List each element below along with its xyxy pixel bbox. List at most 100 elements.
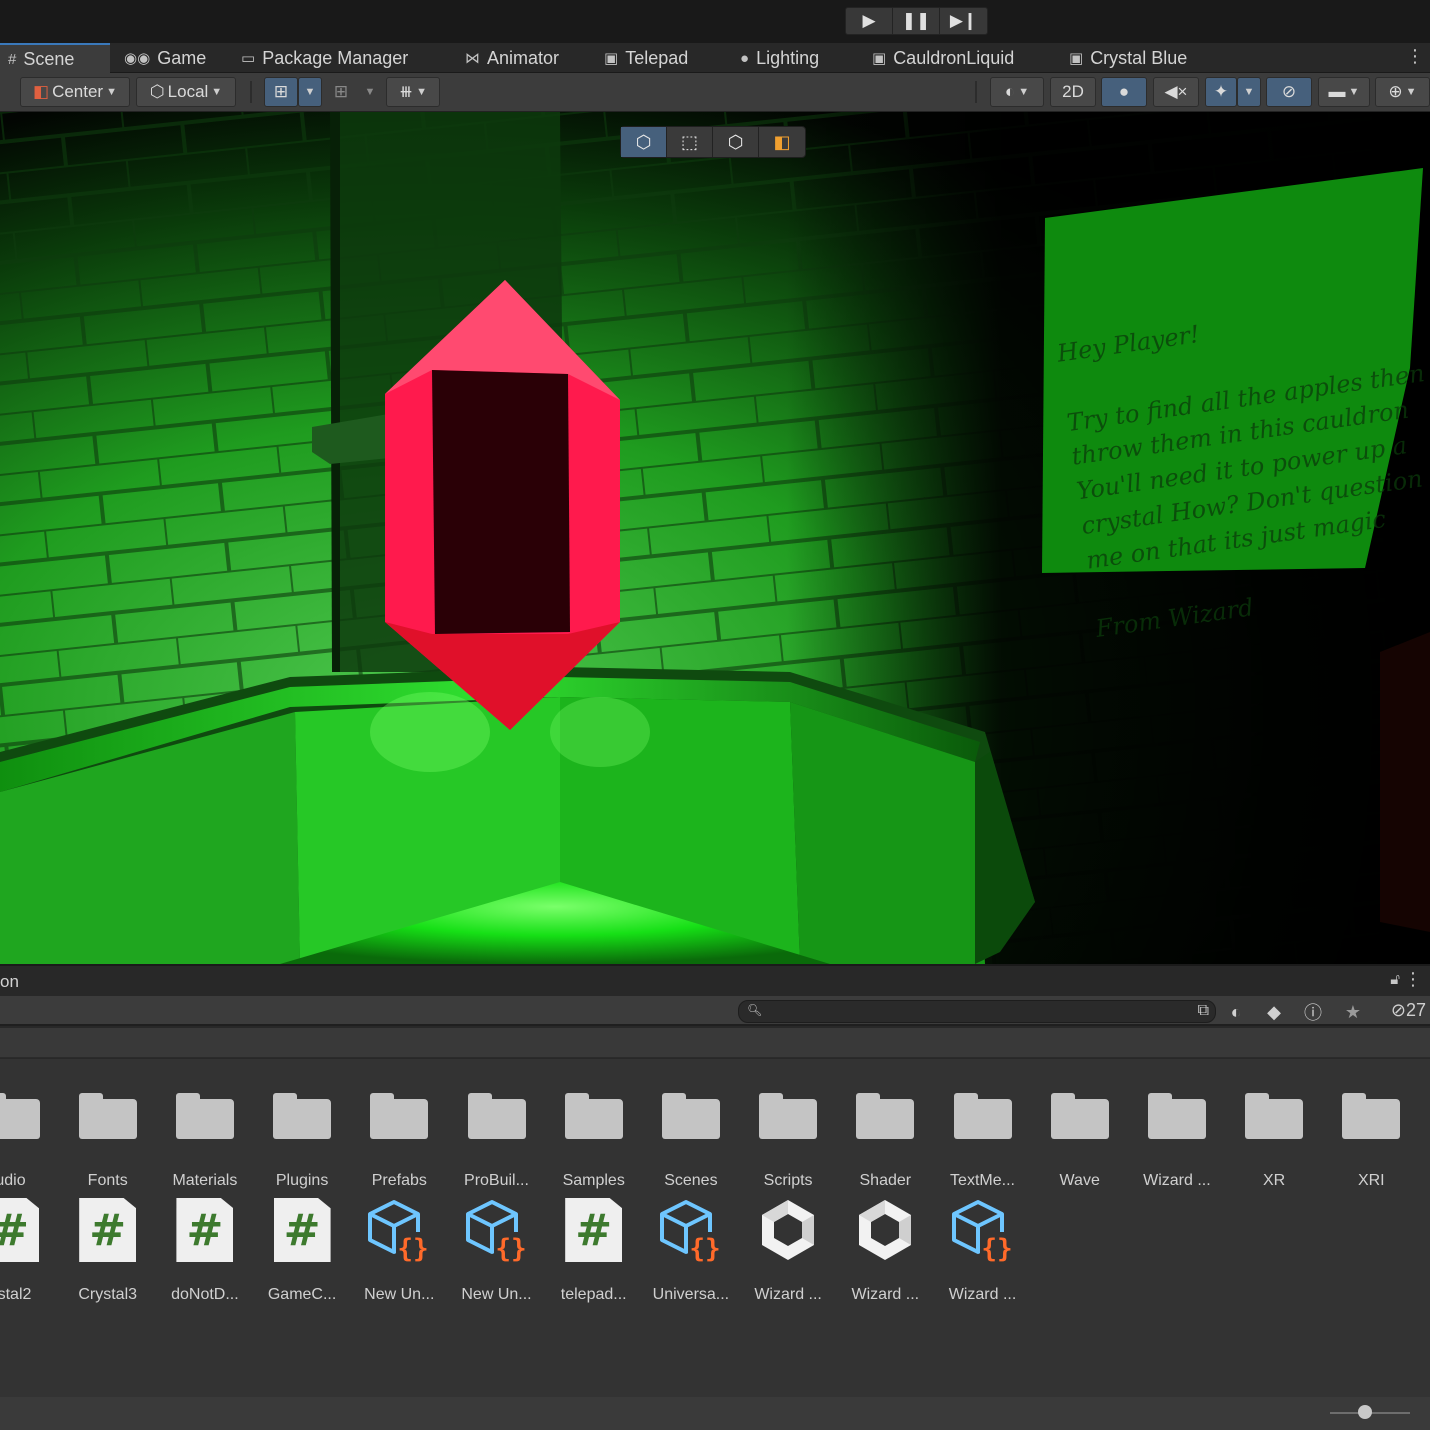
chevron-down-icon: ▼ [364,86,376,98]
folder-icon [642,1084,739,1148]
folder-item[interactable]: Scripts [740,1084,837,1190]
asset-label: Wizard ... [851,1286,920,1303]
tab-package-manager[interactable]: ▭ Package Manager [241,43,408,73]
effects-dropdown[interactable]: ▼ [1237,77,1261,107]
lock-icon[interactable]: 🔓︎ [1390,971,1400,988]
hidden-packages-toggle[interactable]: ⊘27 [1391,1000,1426,1021]
tab-label: Telepad [625,47,689,68]
rect-tool-button[interactable]: ⬚ [667,127,713,157]
prefab-icon: ▣ [1069,50,1084,67]
asset-item[interactable]: {} Wizard ... [934,1198,1031,1304]
space-dropdown[interactable]: ⬡ Local ▼ [136,77,236,107]
folder-item[interactable]: XR [1226,1084,1323,1190]
icon-size-slider-thumb[interactable] [1358,1405,1372,1419]
pipeline-asset-icon: {} [934,1198,1031,1262]
folder-item[interactable]: Fonts [59,1084,156,1190]
lighting-toggle[interactable]: ● [1101,77,1147,107]
hidden-count-label: 27 [1405,1000,1426,1020]
cube-face-icon: ◧ [773,131,791,152]
asset-item[interactable]: Wizard ... [837,1198,934,1304]
breadcrumb [0,1028,1430,1058]
folder-item[interactable]: ProBuil... [448,1084,545,1190]
asset-item[interactable]: # doNotD... [156,1198,253,1304]
asset-item[interactable]: Wizard ... [740,1198,837,1304]
asset-item[interactable]: # GameC... [254,1198,351,1304]
chevron-down-icon: ▼ [1243,86,1255,98]
asset-item[interactable]: # ystal2 [0,1198,59,1304]
scene-visibility-toggle[interactable]: ⊘ [1266,77,1312,107]
tab-telepad[interactable]: ▣ Telepad [604,43,688,73]
tab-animator[interactable]: ⋈ Animator [465,43,559,73]
folder-item[interactable]: TextMe... [934,1084,1031,1190]
folder-item[interactable]: Samples [545,1084,642,1190]
snap-increment-button[interactable]: ⊞ [326,77,356,107]
pipeline-asset-icon: {} [448,1198,545,1262]
transform-tool-button[interactable]: ⬡ [621,127,667,157]
filter-by-log-button[interactable]: ⓘ [1296,999,1330,1025]
folder-icon [0,1084,59,1148]
filter-by-type-button[interactable]: ◐ [1219,999,1253,1025]
folder-item[interactable]: Plugins [254,1084,351,1190]
search-input[interactable] [763,1002,1163,1021]
tab-label: Scene [23,48,75,69]
asset-item[interactable]: # Crystal3 [59,1198,156,1304]
folder-item[interactable]: Wizard ... [1128,1084,1225,1190]
search-scope-icon[interactable]: ⧉ [1198,1002,1209,1020]
kebab-menu-icon[interactable]: ⋮ [1406,46,1424,67]
tab-lighting[interactable]: ● Lighting [740,43,819,73]
chevron-down-icon: ▼ [1348,86,1360,98]
folder-item[interactable]: Scenes [642,1084,739,1190]
asset-item[interactable]: # telepad... [545,1198,642,1304]
tab-scene[interactable]: # Scene [0,43,110,73]
folder-label: TextMe... [950,1172,1015,1189]
camera-dropdown[interactable]: ▬ ▼ [1318,77,1370,107]
play-button[interactable]: ▶ [846,8,893,34]
gizmos-dropdown[interactable]: ⊕ ▼ [1375,77,1430,107]
folder-label: Scenes [664,1172,718,1189]
asset-item[interactable]: {} New Un... [351,1198,448,1304]
eye-slash-icon: ⊘ [1390,1000,1406,1020]
grid-visibility-dropdown[interactable]: ⧻ ▼ [386,77,440,107]
folder-icon [254,1084,351,1148]
draw-mode-dropdown[interactable]: ◐ ▼ [990,77,1044,107]
tab-cauldron-liquid[interactable]: ▣ CauldronLiquid [872,43,1014,73]
tab-crystal-blue[interactable]: ▣ Crystal Blue [1069,43,1187,73]
grid-snap-dropdown[interactable]: ▼ [298,77,322,107]
folder-item[interactable]: udio [0,1084,59,1190]
favorites-button[interactable]: ★ [1336,999,1370,1025]
play-controls: ▶ ❚❚ ▶❙ [845,7,988,35]
search-field[interactable]: 🔍︎ ⧉ [738,1000,1216,1023]
folder-item[interactable]: Materials [156,1084,253,1190]
shapes-icon: ◐ [1230,1001,1242,1022]
project-window-title[interactable]: on [0,972,19,992]
folder-icon [59,1084,156,1148]
folder-item[interactable]: Prefabs [351,1084,448,1190]
camera-icon: ▬ [1328,82,1346,101]
project-window-header: on 🔓︎ ⋮ [0,964,1430,996]
effects-toggle[interactable]: ✦ [1205,77,1237,107]
folder-item[interactable]: Shader [837,1084,934,1190]
grid-snap-button[interactable]: ⊞ [264,77,298,107]
folder-icon [545,1084,642,1148]
cube-outline-icon: ⬡ [635,131,652,152]
probuilder-object-button[interactable]: ⬡ [713,127,759,157]
pivot-dropdown[interactable]: ◧ Center ▼ [20,77,130,107]
snap-increment-dropdown[interactable]: ▼ [358,77,382,107]
folder-item[interactable]: XRI [1323,1084,1420,1190]
asset-item[interactable]: {} New Un... [448,1198,545,1304]
asset-item[interactable]: {} Universa... [642,1198,739,1304]
folder-item[interactable]: Wave [1031,1084,1128,1190]
grid-visibility-icon: ⧻ [398,82,414,101]
probuilder-face-button[interactable]: ◧ [759,127,805,157]
kebab-menu-icon[interactable]: ⋮ [1404,969,1422,990]
pause-button[interactable]: ❚❚ [893,8,940,34]
scene-viewport[interactable]: Hey Player! Try to find all the apples t… [0,112,1430,964]
2d-mode-toggle[interactable]: 2D [1050,77,1096,107]
filter-by-label-button[interactable]: ◆ [1257,999,1291,1025]
toolbar-divider [250,81,252,103]
folder-label: Wizard ... [1143,1172,1211,1189]
audio-toggle[interactable]: ◀× [1153,77,1199,107]
unity-scene-icon [837,1198,934,1262]
step-button[interactable]: ▶❙ [940,8,987,34]
tab-game[interactable]: ◉◉ Game [124,43,206,73]
